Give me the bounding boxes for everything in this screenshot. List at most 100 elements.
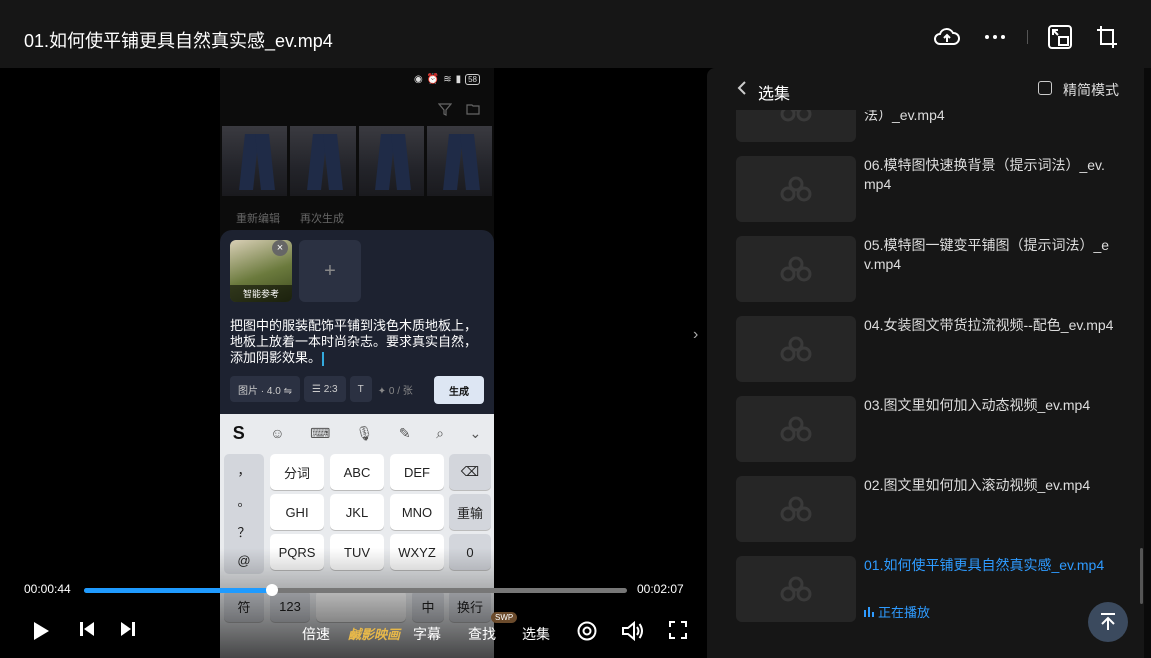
episode-item[interactable]: 05.模特图一键变平铺图（提示词法）_ev.mp4 xyxy=(736,236,1136,302)
text-caret xyxy=(322,351,325,366)
episode-item[interactable]: 03.图文里如何加入动态视频_ev.mp4 xyxy=(736,396,1136,462)
filter-icon xyxy=(438,103,452,116)
video-area[interactable]: ◉ ⏰ ≋ ▮ 58 重新编辑 再次生成 智能参考 × + 把图中的服装配饰平铺… xyxy=(3,68,707,658)
panel-title: 选集 xyxy=(758,86,791,103)
gallery-image xyxy=(426,126,492,196)
search-badge: SWP xyxy=(491,612,518,623)
subtitle-button[interactable]: 字幕 xyxy=(413,624,441,644)
key-question: ？ xyxy=(237,525,251,540)
episode-title: 06.模特图快速换背景（提示词法）_ev.mp4 xyxy=(864,157,1105,192)
toolbar-divider xyxy=(1027,30,1028,44)
scrollbar[interactable] xyxy=(1140,548,1143,604)
progress-handle[interactable] xyxy=(265,584,278,596)
signal-icon: ▮ xyxy=(455,74,462,85)
key: ABC xyxy=(330,454,384,490)
phone-status-bar: ◉ ⏰ ≋ ▮ 58 xyxy=(414,74,480,85)
key: MNO xyxy=(390,494,444,530)
keyboard-toolbar: S ☺ ⌨ 🎙 ✎ ⌕ ⌄ xyxy=(220,414,494,452)
now-playing-label: 正在播放 xyxy=(878,605,931,620)
re-edit-action: 重新编辑 xyxy=(236,213,280,225)
compact-mode-label[interactable]: 精简模式 xyxy=(1063,80,1119,100)
prompt-text: 把图中的服装配饰平铺到浅色木质地板上，地板上放着一本时尚杂志。要求真实自然，添加… xyxy=(230,318,480,366)
placeholder-icon xyxy=(780,496,812,522)
back-icon[interactable] xyxy=(737,80,747,101)
next-icon[interactable] xyxy=(119,620,137,638)
reference-label: 智能参考 xyxy=(230,285,292,302)
prompt-panel: 智能参考 × + 把图中的服装配饰平铺到浅色木质地板上，地板上放着一本时尚杂志。… xyxy=(220,230,494,416)
scroll-top-icon[interactable] xyxy=(1088,602,1128,642)
episodes-button[interactable]: 选集 xyxy=(522,624,550,644)
add-image-button: + xyxy=(299,240,361,302)
close-icon: × xyxy=(272,240,288,256)
volume-icon[interactable] xyxy=(621,620,645,642)
generate-button: 生成 xyxy=(434,376,484,404)
key-backspace: ⌫ xyxy=(449,454,491,490)
equalizer-icon xyxy=(864,606,874,617)
eye-icon: ◉ xyxy=(414,74,423,85)
phone-toolbar xyxy=(438,102,480,116)
key-reset: 重输 xyxy=(449,494,491,530)
episode-thumbnail xyxy=(736,556,856,622)
gallery-actions: 重新编辑 再次生成 xyxy=(236,210,344,226)
cloud-upload-icon[interactable] xyxy=(934,24,960,50)
chevron-right-icon[interactable]: › xyxy=(693,326,698,344)
episode-thumbnail xyxy=(736,236,856,302)
key-period: 。 xyxy=(237,494,251,509)
episode-item-active[interactable]: 01.如何使平铺更具自然真实感_ev.mp4 正在播放 xyxy=(736,556,1136,622)
now-playing-indicator: 正在播放 xyxy=(864,602,930,621)
crop-icon[interactable] xyxy=(1093,24,1119,50)
more-icon[interactable] xyxy=(982,24,1008,50)
settings-icon[interactable] xyxy=(576,620,598,642)
episode-thumbnail xyxy=(736,476,856,542)
pen-icon: ✎ xyxy=(398,424,411,441)
search-icon: ⌕ xyxy=(436,424,444,441)
wifi-icon: ≋ xyxy=(443,74,452,85)
folder-icon xyxy=(466,104,480,115)
window-title: 01.如何使平铺更具自然真实感_ev.mp4 xyxy=(24,31,333,51)
regenerate-action: 再次生成 xyxy=(300,213,344,225)
play-icon[interactable] xyxy=(31,620,51,642)
episode-item[interactable]: 02.图文里如何加入滚动视频_ev.mp4 xyxy=(736,476,1136,542)
episode-item[interactable]: 06.模特图快速换背景（提示词法）_ev.mp4 xyxy=(736,156,1136,222)
alarm-icon: ⏰ xyxy=(426,74,440,85)
episode-title: 01.如何使平铺更具自然真实感_ev.mp4 xyxy=(864,557,1105,573)
current-time: 00:00:44 xyxy=(24,582,71,596)
placeholder-icon xyxy=(780,576,812,602)
speed-button[interactable]: 倍速 xyxy=(302,624,330,644)
compact-mode-checkbox[interactable] xyxy=(1038,81,1052,95)
placeholder-icon xyxy=(780,176,812,202)
key: 分词 xyxy=(270,454,324,490)
episode-title: 03.图文里如何加入动态视频_ev.mp4 xyxy=(864,397,1091,413)
text-option: T xyxy=(349,376,372,402)
model-option: 图片 · 4.0 ⇋ xyxy=(230,376,300,402)
episode-thumbnail xyxy=(736,156,856,222)
key-comma: ， xyxy=(237,463,251,478)
window-edge xyxy=(1144,68,1151,658)
key: GHI xyxy=(270,494,324,530)
prompt-content: 把图中的服装配饰平铺到浅色木质地板上，地板上放着一本时尚杂志。要求真实自然，添加… xyxy=(230,318,478,365)
fullscreen-icon[interactable] xyxy=(668,620,688,640)
prev-icon[interactable] xyxy=(78,620,96,638)
option-row: 图片 · 4.0 ⇋ ☰ 2:3 T ✦ 0 / 张 xyxy=(230,376,413,402)
search-button[interactable]: 查找 xyxy=(468,624,496,644)
generated-gallery xyxy=(222,126,492,196)
panel-header: 选集 精简模式 xyxy=(707,68,1144,110)
key: JKL xyxy=(330,494,384,530)
collapse-icon: ⌄ xyxy=(469,424,482,441)
picture-in-picture-icon[interactable] xyxy=(1047,24,1073,50)
placeholder-icon xyxy=(780,416,812,442)
gallery-image xyxy=(358,126,424,196)
key: DEF xyxy=(390,454,444,490)
episode-panel: 选集 精简模式 法）_ev.mp4 06.模特图快速换背景（提示词法）_ev.m… xyxy=(707,68,1144,658)
title-bar: 01.如何使平铺更具自然真实感_ev.mp4 xyxy=(0,0,1151,68)
emoji-icon: ☺ xyxy=(270,425,285,441)
image-count: ✦ 0 / 张 xyxy=(377,385,413,397)
episode-thumbnail xyxy=(736,396,856,462)
placeholder-icon xyxy=(780,256,812,282)
episode-title: 04.女装图文带货拉流视频--配色_ev.mp4 xyxy=(864,317,1114,333)
episode-item[interactable]: 04.女装图文带货拉流视频--配色_ev.mp4 xyxy=(736,316,1136,382)
progress-bar[interactable] xyxy=(84,584,627,596)
brand-logo: 鹹影映画 xyxy=(348,627,401,642)
episode-title: 05.模特图一键变平铺图（提示词法）_ev.mp4 xyxy=(864,237,1110,272)
episode-thumbnail xyxy=(736,316,856,382)
